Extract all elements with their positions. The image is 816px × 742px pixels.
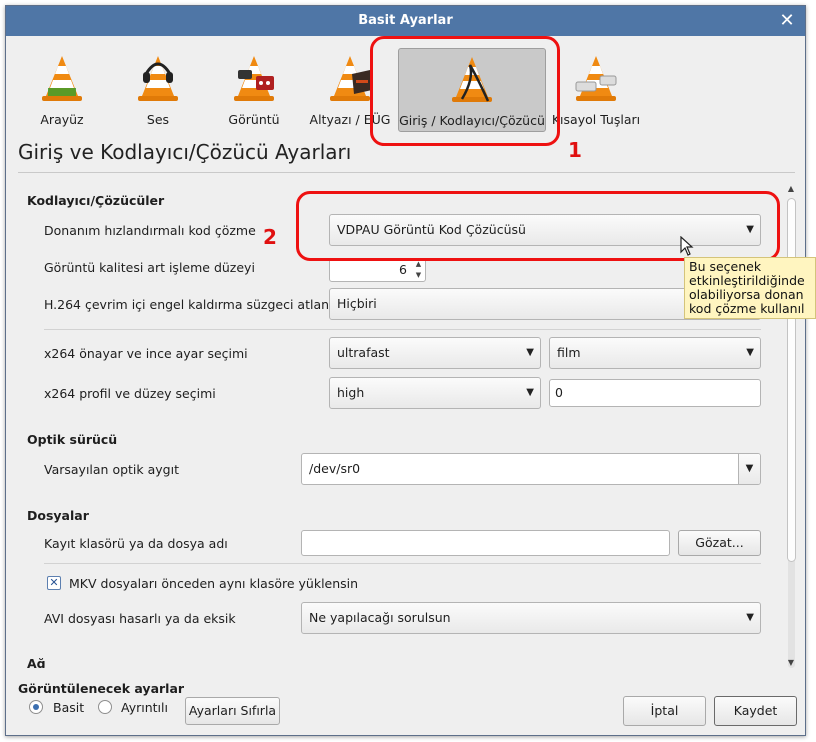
preferences-window: Basit Ayarlar ✕ Arayüz Ses Görüntü Altya…: [5, 5, 806, 736]
scroll-down-icon[interactable]: ▼: [785, 658, 797, 667]
tooltip-line: etkinleştirildiğinde: [689, 273, 805, 288]
close-icon[interactable]: ✕: [777, 11, 797, 31]
window-title: Basit Ayarlar: [358, 13, 453, 28]
optical-device-combo[interactable]: /dev/sr0 ▼: [301, 453, 761, 485]
chevron-down-icon: ▼: [746, 347, 754, 358]
vlc-cone-keyboard-icon: [575, 56, 617, 101]
x264-tune-value: film: [557, 345, 581, 360]
radio-advanced-label[interactable]: Ayrıntılı: [121, 700, 168, 715]
divider: [44, 329, 761, 330]
tooltip-line: kod çözme kullanıl: [689, 301, 805, 316]
optical-device-value: /dev/sr0: [309, 461, 361, 476]
x264-preset-select[interactable]: ultrafast ▼: [329, 337, 541, 369]
postproc-value: 6: [399, 262, 407, 277]
x264-preset-label: x264 önayar ve ince ayar seçimi: [44, 346, 248, 361]
chevron-down-icon[interactable]: ▼: [738, 454, 760, 484]
tooltip-line: Bu seçenek: [689, 259, 762, 274]
avi-repair-label: AVI dosyası hasarlı ya da eksik: [44, 611, 236, 626]
cancel-button[interactable]: İptal: [623, 696, 706, 726]
tab-hotkeys[interactable]: Kısayol Tuşları: [550, 48, 642, 132]
browse-button[interactable]: Gözat...: [678, 530, 761, 556]
section-optical: Optik sürücü: [27, 432, 118, 447]
mkv-preload-label: MKV dosyaları önceden aynı klasöre yükle…: [69, 576, 359, 591]
avi-repair-value: Ne yapılacağı sorulsun: [309, 610, 451, 625]
title-bar[interactable]: Basit Ayarlar ✕: [6, 6, 805, 36]
tab-interface[interactable]: Arayüz: [16, 48, 108, 132]
x264-profile-value: high: [337, 385, 365, 400]
radio-advanced[interactable]: [98, 700, 112, 714]
hw-decoding-tooltip: Bu seçenek etkinleştirildiğinde olabiliy…: [684, 257, 816, 319]
h264-skip-value: Hiçbiri: [337, 296, 377, 311]
avi-repair-select[interactable]: Ne yapılacağı sorulsun ▼: [301, 602, 761, 634]
tab-interface-label: Arayüz: [40, 112, 84, 127]
radio-simple-label[interactable]: Basit: [53, 700, 84, 715]
postproc-spinbox[interactable]: 6 ▲ ▼: [329, 258, 426, 282]
vlc-cone-film-icon: [234, 56, 274, 101]
tab-audio[interactable]: Ses: [112, 48, 204, 132]
x264-tune-select[interactable]: film ▼: [549, 337, 761, 369]
annotation-box-1: [370, 36, 560, 146]
x264-preset-value: ultrafast: [337, 345, 390, 360]
scroll-thumb[interactable]: [787, 198, 796, 562]
x264-profile-label: x264 profil ve düzey seçimi: [44, 386, 216, 401]
tab-hotkeys-label: Kısayol Tuşları: [551, 112, 641, 127]
annotation-number-1: 1: [568, 138, 582, 162]
vlc-cone-headphones-icon: [138, 56, 178, 101]
tab-audio-label: Ses: [146, 112, 170, 127]
spin-down-icon[interactable]: ▼: [413, 270, 424, 281]
hw-decoding-label: Donanım hızlandırmalı kod çözme: [44, 223, 256, 238]
scroll-up-icon[interactable]: ▲: [785, 184, 797, 193]
page-title: Giriş ve Kodlayıcı/Çözücü Ayarları: [18, 140, 352, 164]
h264-skip-label: H.264 çevrim içi engel kaldırma süzgeci …: [44, 297, 347, 312]
section-files: Dosyalar: [27, 508, 89, 523]
title-divider: [18, 172, 795, 173]
optical-device-label: Varsayılan optik aygıt: [44, 462, 179, 477]
save-button[interactable]: Kaydet: [714, 696, 797, 726]
chevron-down-icon: ▼: [526, 387, 534, 398]
vlc-cone-interface-icon: [42, 56, 82, 101]
divider: [44, 563, 761, 564]
x264-profile-select[interactable]: high ▼: [329, 377, 541, 409]
x264-level-input[interactable]: 0: [549, 379, 761, 407]
postproc-label: Görüntü kalitesi art işleme düzeyi: [44, 260, 255, 275]
record-dir-input[interactable]: [301, 530, 670, 556]
chevron-down-icon: ▼: [746, 612, 754, 623]
display-settings-label: Görüntülenecek ayarlar: [18, 681, 185, 696]
tooltip-line: olabiliyorsa donan: [689, 287, 804, 302]
record-dir-label: Kayıt klasörü ya da dosya adı: [44, 536, 228, 551]
mkv-preload-checkbox[interactable]: ✕: [47, 576, 61, 590]
mouse-pointer-icon: [680, 236, 694, 256]
radio-simple[interactable]: [29, 700, 43, 714]
tab-video-label: Görüntü: [228, 112, 280, 127]
annotation-number-2: 2: [263, 225, 277, 249]
tab-video[interactable]: Görüntü: [208, 48, 300, 132]
section-network: Ağ: [27, 656, 46, 668]
annotation-box-2: [296, 191, 780, 261]
chevron-down-icon: ▼: [526, 347, 534, 358]
section-codecs: Kodlayıcı/Çözücüler: [27, 193, 165, 208]
vlc-cone-subtitles-icon: [330, 56, 372, 101]
reset-button[interactable]: Ayarları Sıfırla: [185, 697, 280, 725]
